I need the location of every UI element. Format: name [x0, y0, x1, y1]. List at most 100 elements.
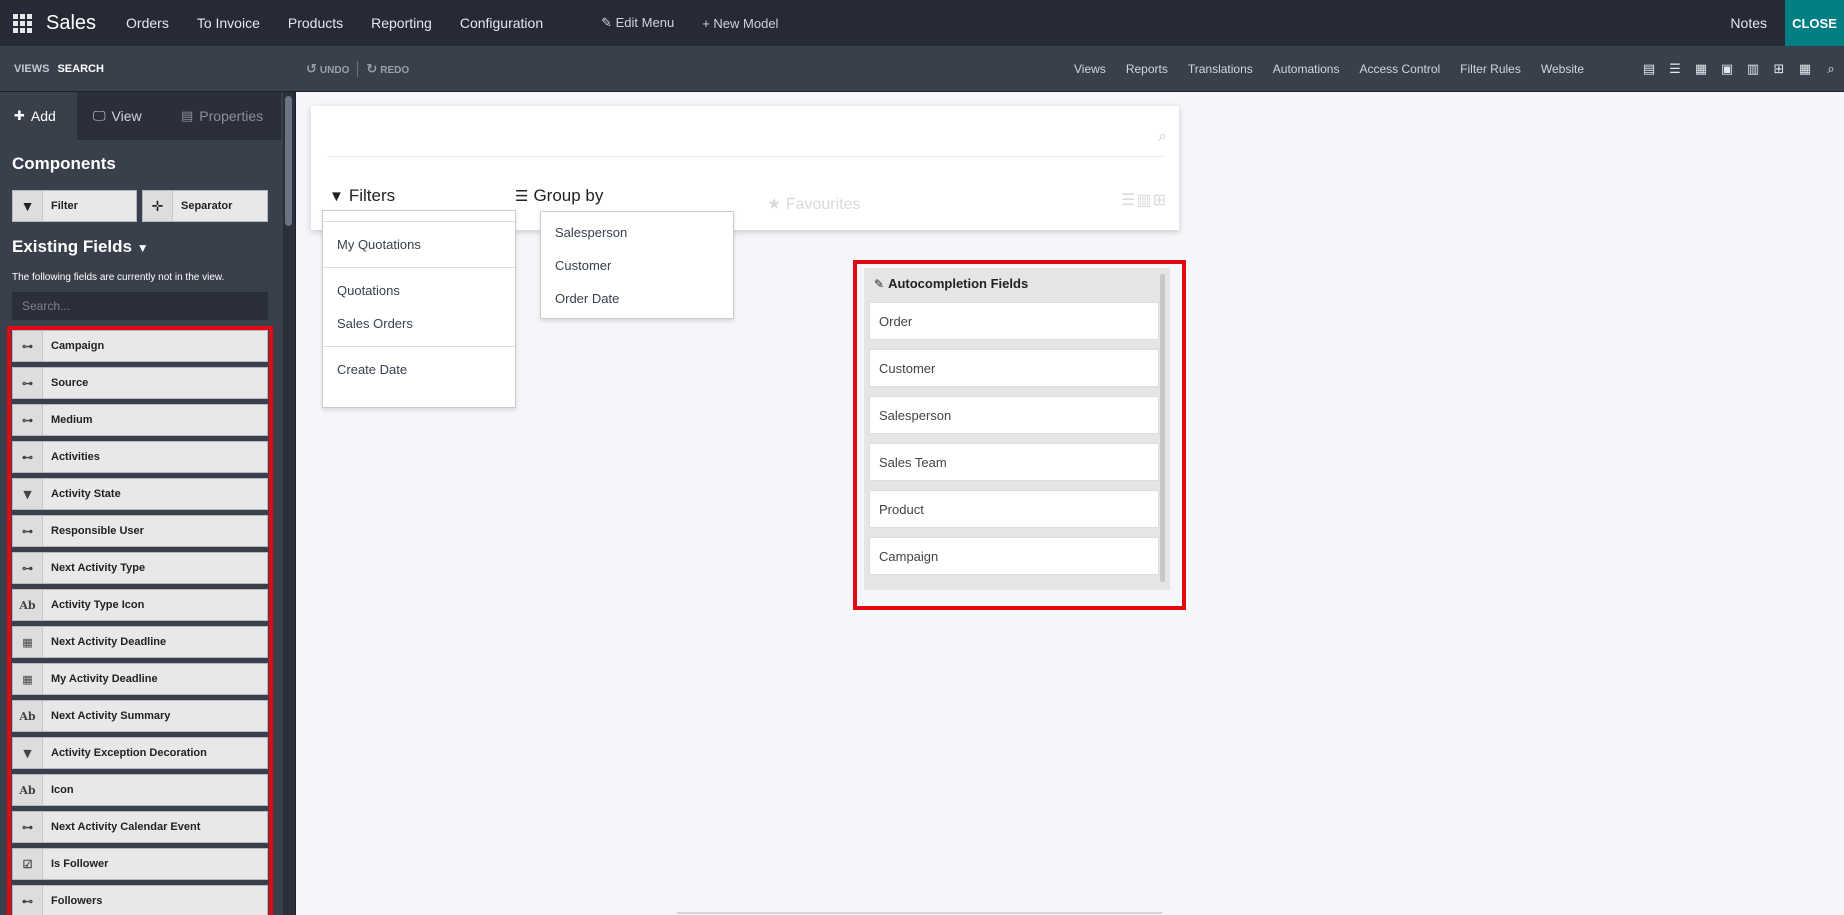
autocompletion-title: ✎ Autocompletion Fields [874, 276, 1029, 291]
groupby-header: ☰ Group by [515, 186, 604, 205]
monitor-icon: 🖵 [93, 108, 106, 123]
field-item[interactable]: ⊶ Source [12, 367, 268, 399]
groupby-customer[interactable]: Customer [541, 249, 733, 282]
filter-component[interactable]: ▼ Filter [12, 190, 137, 222]
notes-button[interactable]: Notes [1712, 15, 1785, 31]
field-item[interactable]: ▦ Next Activity Deadline [12, 626, 268, 658]
field-item[interactable]: Ab Activity Type Icon [12, 589, 268, 621]
search-icon: ⌕ [1158, 128, 1167, 145]
existing-fields-toggle[interactable]: Existing Fields ▼ [12, 237, 149, 257]
table-icon: ⊞ [1152, 192, 1167, 209]
field-item[interactable]: ☑ Is Follower [12, 848, 268, 880]
filter-icon: ▼ [13, 191, 43, 221]
autocompletion-item-product[interactable]: Product [869, 490, 1159, 528]
field-item[interactable]: ▼ Activity Exception Decoration [12, 737, 268, 769]
grid-view-icon[interactable]: ▦ [1792, 46, 1818, 92]
autocompletion-list: Order Customer Salesperson Sales Team Pr… [869, 302, 1159, 584]
link-access-control[interactable]: Access Control [1359, 62, 1440, 76]
studio-links: Views Reports Translations Automations A… [1054, 46, 1584, 92]
plus-icon: + [702, 15, 710, 31]
many2one-icon: ⊶ [13, 368, 43, 398]
redo-button[interactable]: ↻ REDO [366, 61, 409, 77]
pivot-view-icon[interactable]: ⊞ [1766, 46, 1792, 92]
field-item[interactable]: Ab Icon [12, 774, 268, 806]
field-item[interactable]: ⊶ Responsible User [12, 515, 268, 547]
existing-fields-description: The following fields are currently not i… [12, 272, 225, 283]
close-studio-button[interactable]: CLOSE [1785, 0, 1844, 46]
autocompletion-item-sales-team[interactable]: Sales Team [869, 443, 1159, 481]
graph-view-icon[interactable]: ▥ [1740, 46, 1766, 92]
tab-view[interactable]: 🖵 View [77, 92, 163, 140]
field-item[interactable]: ⊷ Activities [12, 441, 268, 473]
autocompletion-item-campaign[interactable]: Campaign [869, 537, 1159, 575]
char-icon: Ab [13, 590, 43, 620]
filter-sales-orders[interactable]: Sales Orders [323, 307, 515, 340]
tab-properties[interactable]: ▤ Properties [163, 92, 281, 140]
many2one-icon: ⊶ [13, 812, 43, 842]
autocompletion-item-customer[interactable]: Customer [869, 349, 1159, 387]
tab-add[interactable]: ✚ Add [0, 92, 77, 140]
link-website[interactable]: Website [1541, 62, 1584, 76]
menu-reporting[interactable]: Reporting [357, 15, 446, 31]
link-translations[interactable]: Translations [1188, 62, 1253, 76]
field-item[interactable]: ▼ Activity State [12, 478, 268, 510]
redo-icon: ↻ [366, 61, 378, 76]
filter-quotations[interactable]: Quotations [323, 274, 515, 307]
form-view-icon[interactable]: ▤ [1636, 46, 1662, 92]
link-reports[interactable]: Reports [1126, 62, 1168, 76]
favourites-icons: ☰▥⊞ [1121, 190, 1167, 210]
caret-down-icon: ▼ [136, 241, 149, 255]
field-search-input[interactable] [12, 292, 268, 320]
selection-icon: ▼ [13, 479, 43, 509]
autocompletion-fields-panel: ✎ Autocompletion Fields Order Customer Sa… [864, 268, 1170, 590]
boolean-icon: ☑ [13, 849, 43, 879]
breadcrumb-views[interactable]: VIEWS [0, 63, 49, 75]
undo-icon: ↺ [306, 61, 317, 76]
char-icon: Ab [13, 775, 43, 805]
link-views[interactable]: Views [1074, 62, 1106, 76]
plus-icon: ✚ [14, 108, 25, 123]
filter-create-date[interactable]: Create Date [323, 353, 515, 386]
field-item[interactable]: ⊶ Next Activity Calendar Event [12, 811, 268, 843]
undo-button[interactable]: ↺ UNDO [306, 61, 349, 77]
field-item[interactable]: Ab Next Activity Summary [12, 700, 268, 732]
many2one-icon: ⊶ [13, 553, 43, 583]
calendar-view-icon[interactable]: ▣ [1714, 46, 1740, 92]
field-item[interactable]: ⊶ Next Activity Type [12, 552, 268, 584]
groupby-salesperson[interactable]: Salesperson [541, 216, 733, 249]
field-item[interactable]: ⊷ Followers [12, 885, 268, 915]
link-filter-rules[interactable]: Filter Rules [1460, 62, 1521, 76]
list-view-icon[interactable]: ☰ [1662, 46, 1688, 92]
menu-configuration[interactable]: Configuration [446, 15, 557, 31]
view-switcher: ▤ ☰ ▦ ▣ ▥ ⊞ ▦ ⌕ [1636, 46, 1844, 92]
autocompletion-item-order[interactable]: Order [869, 302, 1159, 340]
new-model-button[interactable]: + New Model [688, 16, 792, 31]
apps-menu-icon[interactable] [0, 0, 44, 46]
autocompletion-scrollbar[interactable] [1160, 274, 1165, 582]
filter-my-quotations[interactable]: My Quotations [323, 228, 515, 261]
many2one-icon: ⊶ [13, 331, 43, 361]
edit-menu-button[interactable]: ✎ Edit Menu [587, 15, 688, 31]
search-view-icon[interactable]: ⌕ [1818, 46, 1844, 92]
menu-orders[interactable]: Orders [112, 15, 183, 31]
list-icon: ☰ [1121, 192, 1137, 209]
link-automations[interactable]: Automations [1273, 62, 1340, 76]
menu-products[interactable]: Products [274, 15, 357, 31]
field-item[interactable]: ⊶ Medium [12, 404, 268, 436]
star-icon: ★ [767, 196, 782, 213]
app-brand[interactable]: Sales [46, 12, 96, 35]
field-item[interactable]: ⊶ Campaign [12, 330, 268, 362]
chart-icon: ▥ [1136, 192, 1153, 209]
field-item[interactable]: ▦ My Activity Deadline [12, 663, 268, 695]
studio-sidebar: ✚ Add 🖵 View ▤ Properties Components ▼ Filte… [0, 92, 296, 915]
autocompletion-item-salesperson[interactable]: Salesperson [869, 396, 1159, 434]
menu-to-invoice[interactable]: To Invoice [183, 15, 274, 31]
kanban-view-icon[interactable]: ▦ [1688, 46, 1714, 92]
char-icon: Ab [13, 701, 43, 731]
separator-component[interactable]: ✛ Separator [142, 190, 268, 222]
sidebar-scrollbar-thumb[interactable] [285, 96, 292, 226]
groupby-dropdown: Salesperson Customer Order Date [540, 211, 734, 319]
date-icon: ▦ [13, 664, 43, 694]
groupby-order-date[interactable]: Order Date [541, 282, 733, 315]
filter-icon: ▼ [329, 187, 344, 205]
